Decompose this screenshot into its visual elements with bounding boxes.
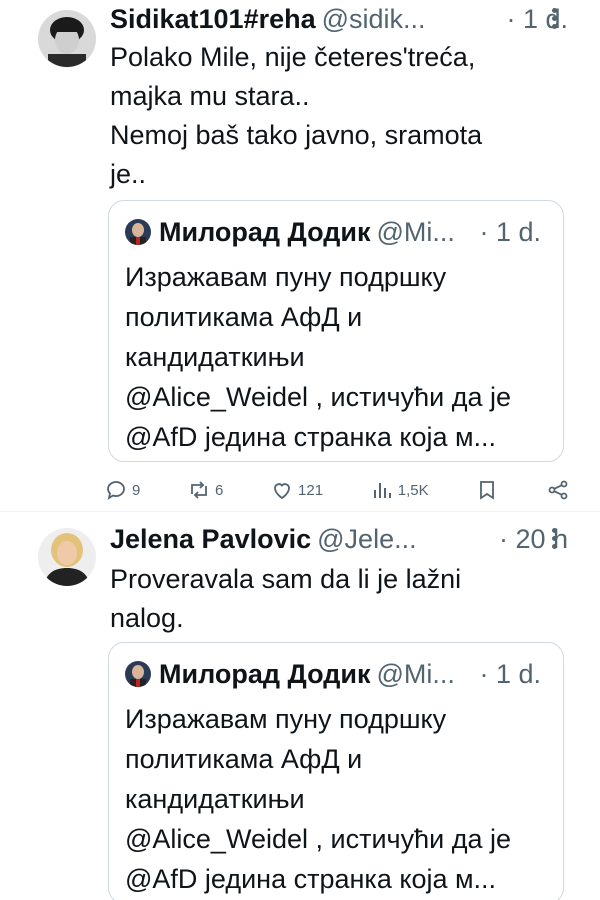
tweet-text: Polako Mile, nije četeres'treća, majka m…	[110, 42, 483, 189]
like-button[interactable]: 121	[270, 478, 323, 502]
share-icon	[548, 480, 568, 500]
quoted-tweet-header: Милорад Додик @Mi... · 1 d.	[125, 649, 547, 699]
quoted-timestamp: · 1 d.	[479, 658, 541, 689]
avatar[interactable]	[38, 528, 96, 586]
quoted-user-handle: @Mi...	[376, 658, 455, 689]
user-handle[interactable]: @Jele...	[317, 524, 416, 555]
quoted-avatar	[125, 219, 151, 245]
reply-button[interactable]: 9	[104, 478, 140, 502]
more-icon[interactable]	[552, 8, 558, 30]
like-count: 121	[298, 481, 324, 499]
bookmark-icon	[480, 481, 495, 500]
avatar[interactable]	[38, 10, 96, 68]
quoted-timestamp: · 1 d.	[479, 216, 541, 247]
tweet-text: Proveravala sam da li je lažni nalog.	[110, 564, 462, 633]
more-icon[interactable]	[552, 528, 558, 550]
quoted-display-name: Милорад Додик	[159, 216, 371, 247]
quoted-avatar	[125, 661, 151, 687]
heart-icon	[274, 483, 290, 500]
display-name[interactable]: Sidikat101#reha	[110, 4, 316, 35]
user-handle[interactable]: @sidik...	[322, 4, 426, 35]
share-button[interactable]	[546, 478, 570, 502]
reply-count: 9	[132, 481, 141, 499]
repost-button[interactable]: 6	[187, 478, 223, 502]
views-count: 1,5K	[397, 481, 429, 499]
timestamp[interactable]: · 1 d.	[506, 4, 568, 35]
views-icon	[373, 483, 391, 498]
quoted-tweet[interactable]: Милорад Додик @Mi... · 1 d. Изражавам пу…	[108, 642, 564, 900]
repost-icon	[191, 481, 207, 499]
quoted-tweet-text: Изражавам пуну подршку политикама АфД и …	[125, 262, 511, 452]
views-button[interactable]: 1,5K	[370, 478, 429, 502]
reply-icon	[107, 481, 125, 500]
repost-count: 6	[215, 481, 224, 499]
bookmark-button[interactable]	[475, 478, 499, 502]
tweet-header: Jelena Pavlovic @Jele... · 20 h	[110, 522, 586, 556]
tweet-actions: 9 6 121 1,5K	[104, 472, 570, 508]
quoted-tweet-header: Милорад Додик @Mi... · 1 d.	[125, 207, 547, 257]
tweet-header: Sidikat101#reha @sidik... · 1 d.	[110, 2, 586, 36]
quoted-user-handle: @Mi...	[376, 216, 455, 247]
quoted-tweet[interactable]: Милорад Додик @Mi... · 1 d. Изражавам пу…	[108, 200, 564, 462]
quoted-display-name: Милорад Додик	[159, 658, 371, 689]
display-name[interactable]: Jelena Pavlovic	[110, 524, 311, 555]
quoted-tweet-text: Изражавам пуну подршку политикама АфД и …	[125, 704, 511, 894]
